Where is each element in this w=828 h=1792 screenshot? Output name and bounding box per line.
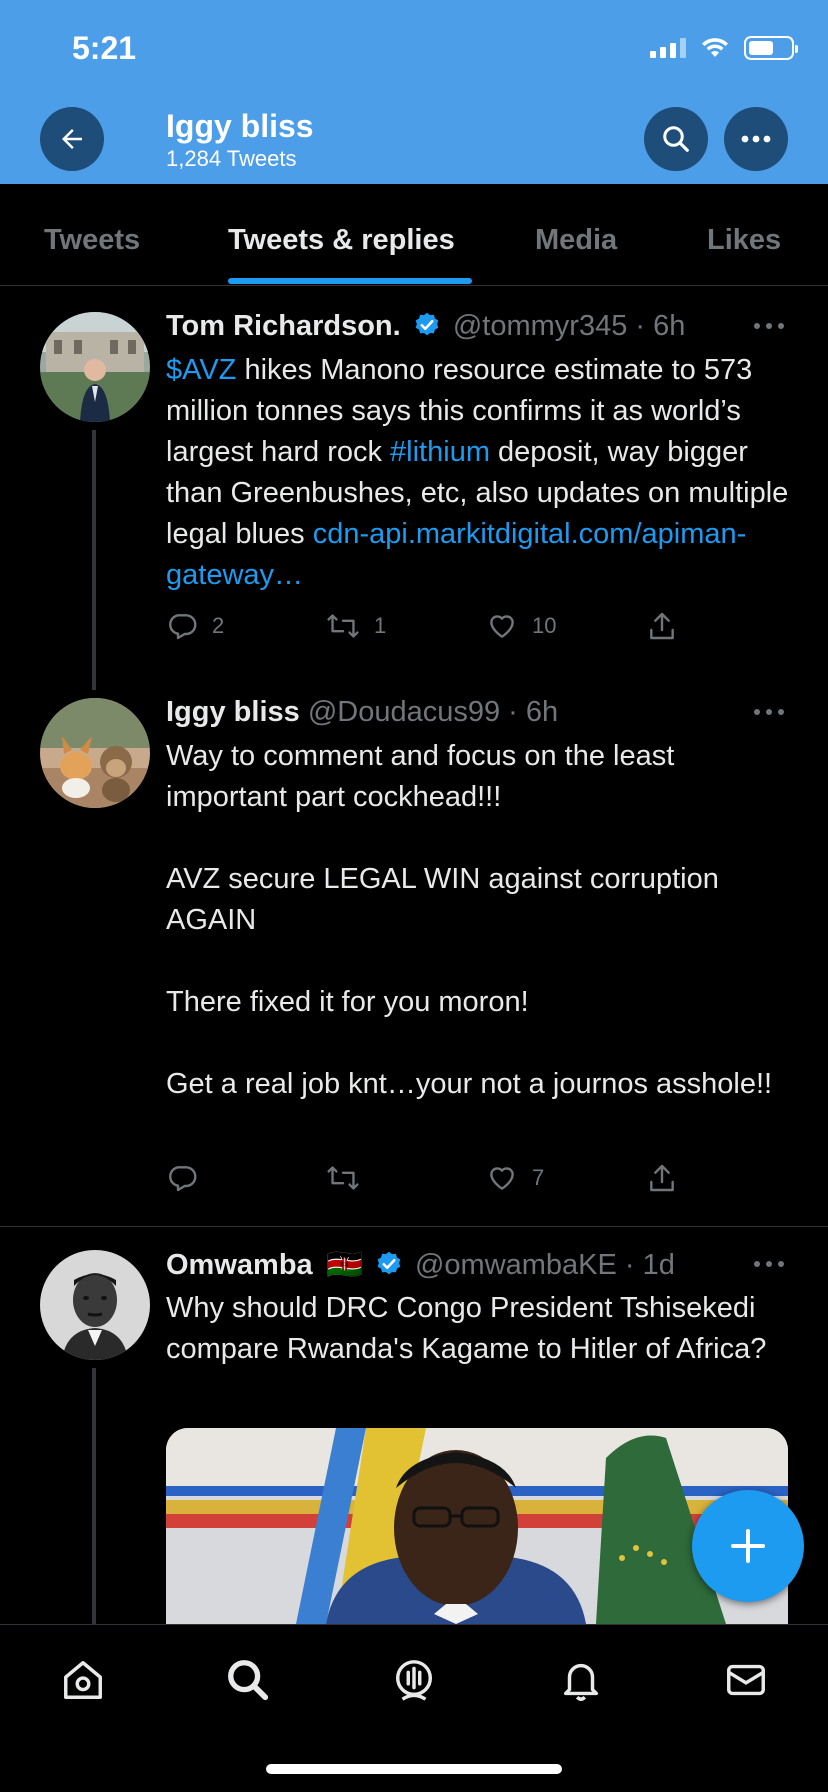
share-button[interactable] — [646, 1162, 678, 1194]
cashtag-link[interactable]: $AVZ — [166, 354, 236, 386]
reply-icon — [169, 614, 197, 640]
thread-line — [92, 430, 96, 690]
author-handle: @omwambaKE — [414, 1249, 617, 1281]
tab-likes[interactable]: Likes — [707, 224, 781, 257]
cellular-signal-icon — [650, 38, 686, 58]
home-indicator[interactable] — [266, 1764, 562, 1774]
nav-search[interactable] — [223, 1655, 273, 1705]
compose-tweet-button[interactable] — [692, 1490, 804, 1602]
kenya-flag-emoji: 🇰🇪 — [326, 1249, 363, 1281]
nav-notifications[interactable] — [556, 1655, 606, 1705]
author-name[interactable]: Iggy bliss — [166, 696, 300, 728]
retweet-button[interactable]: 1 — [326, 610, 386, 642]
profile-tabs: Tweets Tweets & replies Media Likes — [0, 184, 828, 286]
reply-button[interactable]: 2 — [166, 610, 224, 642]
tweet-text: $AVZ hikes Manono resource estimate to 5… — [166, 354, 789, 591]
avatar[interactable] — [40, 698, 150, 808]
tweet-time: 1d — [642, 1249, 675, 1281]
retweet-icon — [327, 614, 359, 638]
more-options-button[interactable] — [724, 107, 788, 171]
author-name[interactable]: Tom Richardson. — [166, 310, 401, 342]
tab-tweets[interactable]: Tweets — [44, 224, 140, 257]
like-count: 7 — [532, 1165, 545, 1190]
tweet-text: Way to comment and focus on the least im… — [166, 736, 796, 1105]
reply-button[interactable] — [166, 1162, 212, 1194]
nav-home[interactable] — [58, 1655, 108, 1705]
tab-tweets-and-replies[interactable]: Tweets & replies — [228, 224, 455, 257]
tweet-paragraph: Get a real job knt…your not a journos as… — [166, 1068, 773, 1100]
heart-icon — [490, 1167, 514, 1190]
search-button[interactable] — [644, 107, 708, 171]
like-button[interactable]: 7 — [486, 1162, 544, 1194]
wifi-icon — [702, 38, 728, 57]
avatar[interactable] — [40, 1250, 150, 1360]
messages-icon — [727, 1664, 765, 1696]
tweet-actions: 2 1 10 — [166, 610, 686, 650]
tweet-more-button[interactable] — [754, 709, 784, 717]
tweet-count: 1,284 Tweets — [166, 146, 297, 171]
author-handle: @Doudacus99 — [307, 696, 501, 728]
author-handle: @tommyr345 — [452, 310, 628, 342]
tweet-paragraph: AVZ secure LEGAL WIN against corruption … — [166, 863, 719, 936]
share-icon — [650, 1164, 674, 1192]
profile-header: 5:21 Iggy bliss 1,284 Tweets — [0, 0, 828, 184]
thread-line — [92, 1368, 96, 1624]
like-count: 10 — [532, 613, 557, 638]
verified-badge-icon — [377, 1251, 401, 1275]
share-icon — [650, 612, 674, 640]
profile-name: Iggy bliss — [166, 108, 314, 144]
active-tab-indicator — [228, 278, 472, 284]
retweet-button[interactable] — [326, 1162, 374, 1194]
spaces-icon — [395, 1660, 433, 1701]
tweet-paragraph: There fixed it for you moron! — [166, 986, 529, 1018]
author-name[interactable]: Omwamba — [166, 1249, 313, 1281]
reply-icon — [169, 1166, 197, 1192]
tweet-paragraph: Way to comment and focus on the least im… — [166, 740, 675, 813]
like-button[interactable]: 10 — [486, 610, 556, 642]
search-icon — [228, 1660, 269, 1701]
back-button[interactable] — [40, 107, 104, 171]
tweet-time: 6h — [653, 310, 686, 342]
retweet-icon — [327, 1166, 359, 1190]
tweet-more-button[interactable] — [754, 1261, 784, 1269]
more-icon — [741, 135, 771, 143]
share-button[interactable] — [646, 610, 678, 642]
back-arrow-icon — [62, 129, 82, 149]
tweet-actions: 7 — [166, 1162, 686, 1202]
hashtag-link[interactable]: #lithium — [390, 436, 490, 468]
reply-count: 2 — [212, 613, 225, 638]
avatar[interactable] — [40, 312, 150, 422]
tweet-divider — [0, 1226, 828, 1227]
tweet-text: Why should DRC Congo President Tshiseked… — [166, 1292, 767, 1365]
tab-media[interactable]: Media — [535, 224, 617, 257]
home-icon — [64, 1661, 102, 1699]
verified-badge-icon — [415, 312, 439, 336]
battery-icon — [744, 36, 798, 60]
heart-icon — [490, 615, 514, 638]
nav-spaces[interactable] — [389, 1655, 439, 1705]
search-icon — [663, 126, 689, 152]
tweet-time: 6h — [525, 696, 559, 728]
status-icons — [650, 36, 798, 60]
plus-icon — [731, 1529, 765, 1563]
tweet-more-button[interactable] — [754, 323, 784, 331]
notifications-icon — [563, 1663, 599, 1701]
status-time: 5:21 — [72, 30, 137, 66]
nav-messages[interactable] — [721, 1655, 771, 1705]
retweet-count: 1 — [374, 613, 387, 638]
